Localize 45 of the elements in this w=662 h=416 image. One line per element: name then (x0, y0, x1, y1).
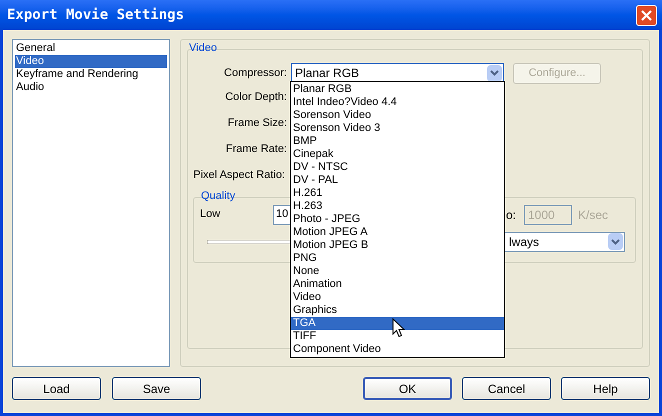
low-label: Low (200, 207, 222, 222)
dialog-button[interactable]: Load (12, 377, 101, 400)
dropdown-option[interactable]: Graphics (291, 304, 504, 317)
dropdown-option[interactable]: PNG (291, 252, 504, 265)
dropdown-option[interactable]: Planar RGB (291, 83, 504, 96)
dropdown-option[interactable]: Animation (291, 278, 504, 291)
close-button[interactable] (636, 4, 657, 26)
dialog-button[interactable]: Save (112, 377, 201, 400)
dropdown-option[interactable]: Sorenson Video (291, 109, 504, 122)
dropdown-option[interactable]: TIFF (291, 330, 504, 343)
dialog-button[interactable]: Cancel (462, 377, 551, 400)
field-label: Frame Size: (226, 116, 288, 131)
dropdown-arrow-icon[interactable] (487, 64, 502, 82)
dropdown-option[interactable]: None (291, 265, 504, 278)
unit-label: K/sec (578, 206, 608, 224)
dialog-button[interactable]: Help (561, 377, 650, 400)
compressor-select[interactable]: Planar RGB (291, 62, 504, 84)
field-label: Frame Rate: (224, 142, 288, 157)
compressor-label: Compressor: (223, 66, 288, 81)
category-item[interactable]: Audio (15, 81, 167, 94)
field-label: Pixel Aspect Ratio: (192, 168, 286, 183)
mouse-cursor-icon (392, 318, 405, 338)
close-icon (641, 10, 652, 20)
category-item[interactable]: Keyframe and Rendering (15, 68, 167, 81)
dropdown-option[interactable]: H.261 (291, 187, 504, 200)
dropdown-option[interactable]: Cinepak (291, 148, 504, 161)
field-label: Color Depth: (224, 90, 288, 105)
dropdown-option[interactable]: TGA (291, 317, 504, 330)
dialog-button[interactable]: OK (363, 377, 452, 400)
dropdown-arrow-icon[interactable] (608, 233, 623, 250)
dropdown-option[interactable]: Sorenson Video 3 (291, 122, 504, 135)
data-rate-label: o: (506, 206, 518, 224)
category-item[interactable]: Video (15, 55, 167, 68)
category-item[interactable]: General (15, 42, 167, 55)
group-title: Video (189, 42, 217, 54)
dropdown-option[interactable]: DV - NTSC (291, 161, 504, 174)
group-title: Quality (201, 190, 236, 202)
dropdown-option[interactable]: Component Video (291, 343, 504, 356)
window-title: Export Movie Settings (7, 6, 184, 24)
dropdown-option[interactable]: Photo - JPEG (291, 213, 504, 226)
dropdown-option[interactable]: Intel Indeo?Video 4.4 (291, 96, 504, 109)
dropdown-option[interactable]: DV - PAL (291, 174, 504, 187)
dropdown-option[interactable]: BMP (291, 135, 504, 148)
dropdown-option[interactable]: H.263 (291, 200, 504, 213)
dropdown-option[interactable]: Video (291, 291, 504, 304)
